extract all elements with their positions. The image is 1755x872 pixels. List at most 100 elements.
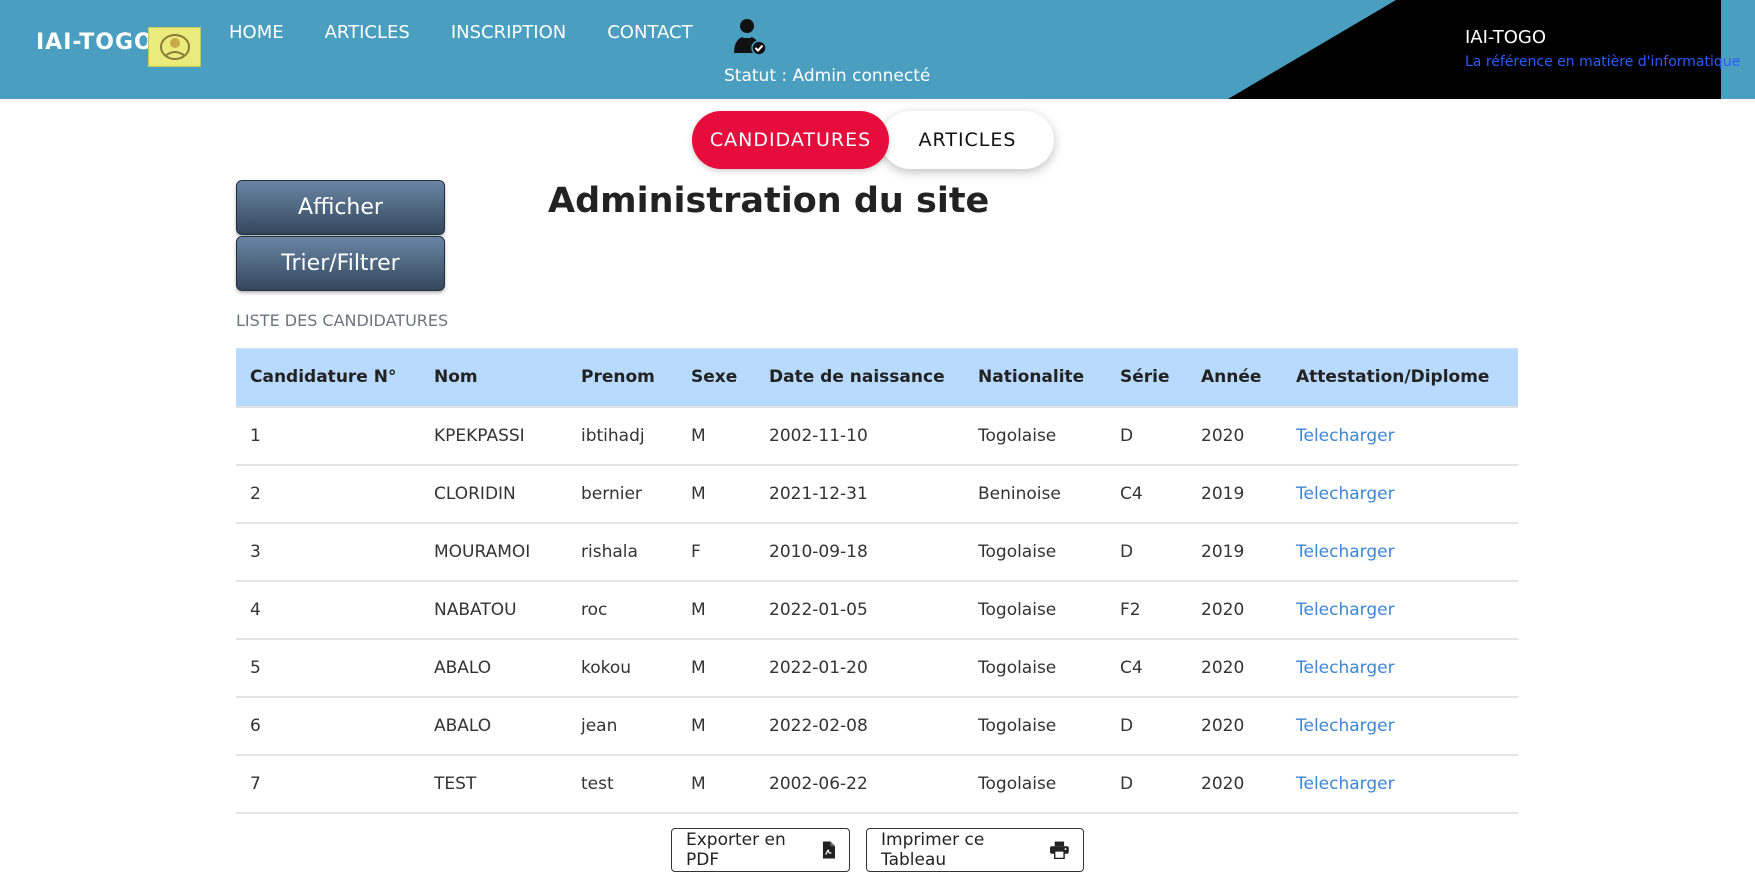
export-pdf-button[interactable]: Exporter en PDF [671,828,850,872]
cell-numero: 6 [236,696,420,756]
col-annee[interactable]: Année [1187,348,1282,408]
download-link[interactable]: Telecharger [1282,406,1518,466]
cell-numero: 7 [236,754,420,814]
cell-sexe: M [677,638,755,698]
cell-prenom: jean [567,696,677,756]
table-row: 5 ABALO kokou M 2022-01-20 Togolaise C4 … [236,638,1518,698]
list-title: LISTE DES CANDIDATURES [236,311,449,330]
cell-nationalite: Togolaise [964,638,1106,698]
cell-sexe: M [677,580,755,640]
cell-nationalite: Togolaise [964,406,1106,466]
tab-candidatures[interactable]: CANDIDATURES [692,111,889,169]
user-check-icon[interactable] [732,17,768,57]
cell-date: 2021-12-31 [755,464,964,524]
nav-home[interactable]: HOME [229,22,284,43]
cell-nom: CLORIDIN [420,464,567,524]
cell-serie: D [1106,406,1187,466]
cell-serie: D [1106,696,1187,756]
cell-prenom: kokou [567,638,677,698]
download-link[interactable]: Telecharger [1282,522,1518,582]
cell-date: 2022-01-05 [755,580,964,640]
download-link[interactable]: Telecharger [1282,696,1518,756]
table-row: 6 ABALO jean M 2022-02-08 Togolaise D 20… [236,696,1518,756]
cell-prenom: test [567,754,677,814]
cell-nom: KPEKPASSI [420,406,567,466]
cell-date: 2022-01-20 [755,638,964,698]
cell-nom: ABALO [420,638,567,698]
table-row: 2 CLORIDIN bernier M 2021-12-31 Beninois… [236,464,1518,524]
cell-annee: 2019 [1187,464,1282,524]
logo-icon[interactable] [148,27,201,67]
table-header-row: Candidature N° Nom Prenom Sexe Date de n… [236,348,1518,408]
tab-articles[interactable]: ARTICLES [881,111,1054,169]
col-date-naissance[interactable]: Date de naissance [755,348,964,408]
cell-prenom: roc [567,580,677,640]
cell-nom: TEST [420,754,567,814]
cell-serie: C4 [1106,464,1187,524]
print-table-label: Imprimer ce Tableau [881,830,985,870]
nav-contact[interactable]: CONTACT [607,22,692,43]
cell-sexe: M [677,406,755,466]
cell-numero: 2 [236,464,420,524]
trier-filtrer-button[interactable]: Trier/Filtrer [236,236,445,291]
top-header: IAI-TOGO HOME ARTICLES INSCRIPTION CONTA… [0,0,1755,99]
cell-annee: 2020 [1187,580,1282,640]
page-title: Administration du site [548,181,990,221]
cell-numero: 1 [236,406,420,466]
main-nav: HOME ARTICLES INSCRIPTION CONTACT [229,22,734,43]
cell-annee: 2020 [1187,754,1282,814]
cell-date: 2002-11-10 [755,406,964,466]
cell-annee: 2019 [1187,522,1282,582]
cell-date: 2010-09-18 [755,522,964,582]
col-serie[interactable]: Série [1106,348,1187,408]
cell-serie: F2 [1106,580,1187,640]
download-link[interactable]: Telecharger [1282,754,1518,814]
print-icon [1050,841,1069,859]
download-link[interactable]: Telecharger [1282,638,1518,698]
table-row: 4 NABATOU roc M 2022-01-05 Togolaise F2 … [236,580,1518,640]
col-prenom[interactable]: Prenom [567,348,677,408]
nav-inscription[interactable]: INSCRIPTION [451,22,566,43]
cell-nationalite: Togolaise [964,522,1106,582]
cell-annee: 2020 [1187,696,1282,756]
cell-sexe: M [677,464,755,524]
download-link[interactable]: Telecharger [1282,580,1518,640]
site-title: IAI-TOGO [1465,27,1547,48]
brand-name[interactable]: IAI-TOGO [36,30,154,55]
col-attestation[interactable]: Attestation/Diplome [1282,348,1518,408]
cell-prenom: ibtihadj [567,406,677,466]
cell-nationalite: Togolaise [964,696,1106,756]
download-link[interactable]: Telecharger [1282,464,1518,524]
cell-date: 2002-06-22 [755,754,964,814]
col-sexe[interactable]: Sexe [677,348,755,408]
table-row: 3 MOURAMOI rishala F 2010-09-18 Togolais… [236,522,1518,582]
export-pdf-label: Exporter en PDF [686,830,786,870]
nav-articles[interactable]: ARTICLES [325,22,410,43]
afficher-button[interactable]: Afficher [236,180,445,235]
cell-nom: NABATOU [420,580,567,640]
site-subtitle: La référence en matière d'informatique [1465,54,1741,70]
col-candidature[interactable]: Candidature N° [236,348,420,408]
candidatures-table: Candidature N° Nom Prenom Sexe Date de n… [236,348,1518,814]
cell-annee: 2020 [1187,638,1282,698]
cell-nom: MOURAMOI [420,522,567,582]
cell-prenom: bernier [567,464,677,524]
cell-numero: 3 [236,522,420,582]
status-text: Statut : Admin connecté [724,66,931,86]
cell-serie: C4 [1106,638,1187,698]
table-row: 1 KPEKPASSI ibtihadj M 2002-11-10 Togola… [236,406,1518,466]
table-row: 7 TEST test M 2002-06-22 Togolaise D 202… [236,754,1518,814]
admin-tabs: CANDIDATURES ARTICLES [692,111,1054,169]
cell-nom: ABALO [420,696,567,756]
print-table-button[interactable]: Imprimer ce Tableau [866,828,1084,872]
col-nom[interactable]: Nom [420,348,567,408]
cell-numero: 4 [236,580,420,640]
cell-nationalite: Beninoise [964,464,1106,524]
file-pdf-icon [822,841,835,859]
cell-numero: 5 [236,638,420,698]
cell-serie: D [1106,522,1187,582]
cell-date: 2022-02-08 [755,696,964,756]
col-nationalite[interactable]: Nationalite [964,348,1106,408]
cell-nationalite: Togolaise [964,754,1106,814]
cell-annee: 2020 [1187,406,1282,466]
